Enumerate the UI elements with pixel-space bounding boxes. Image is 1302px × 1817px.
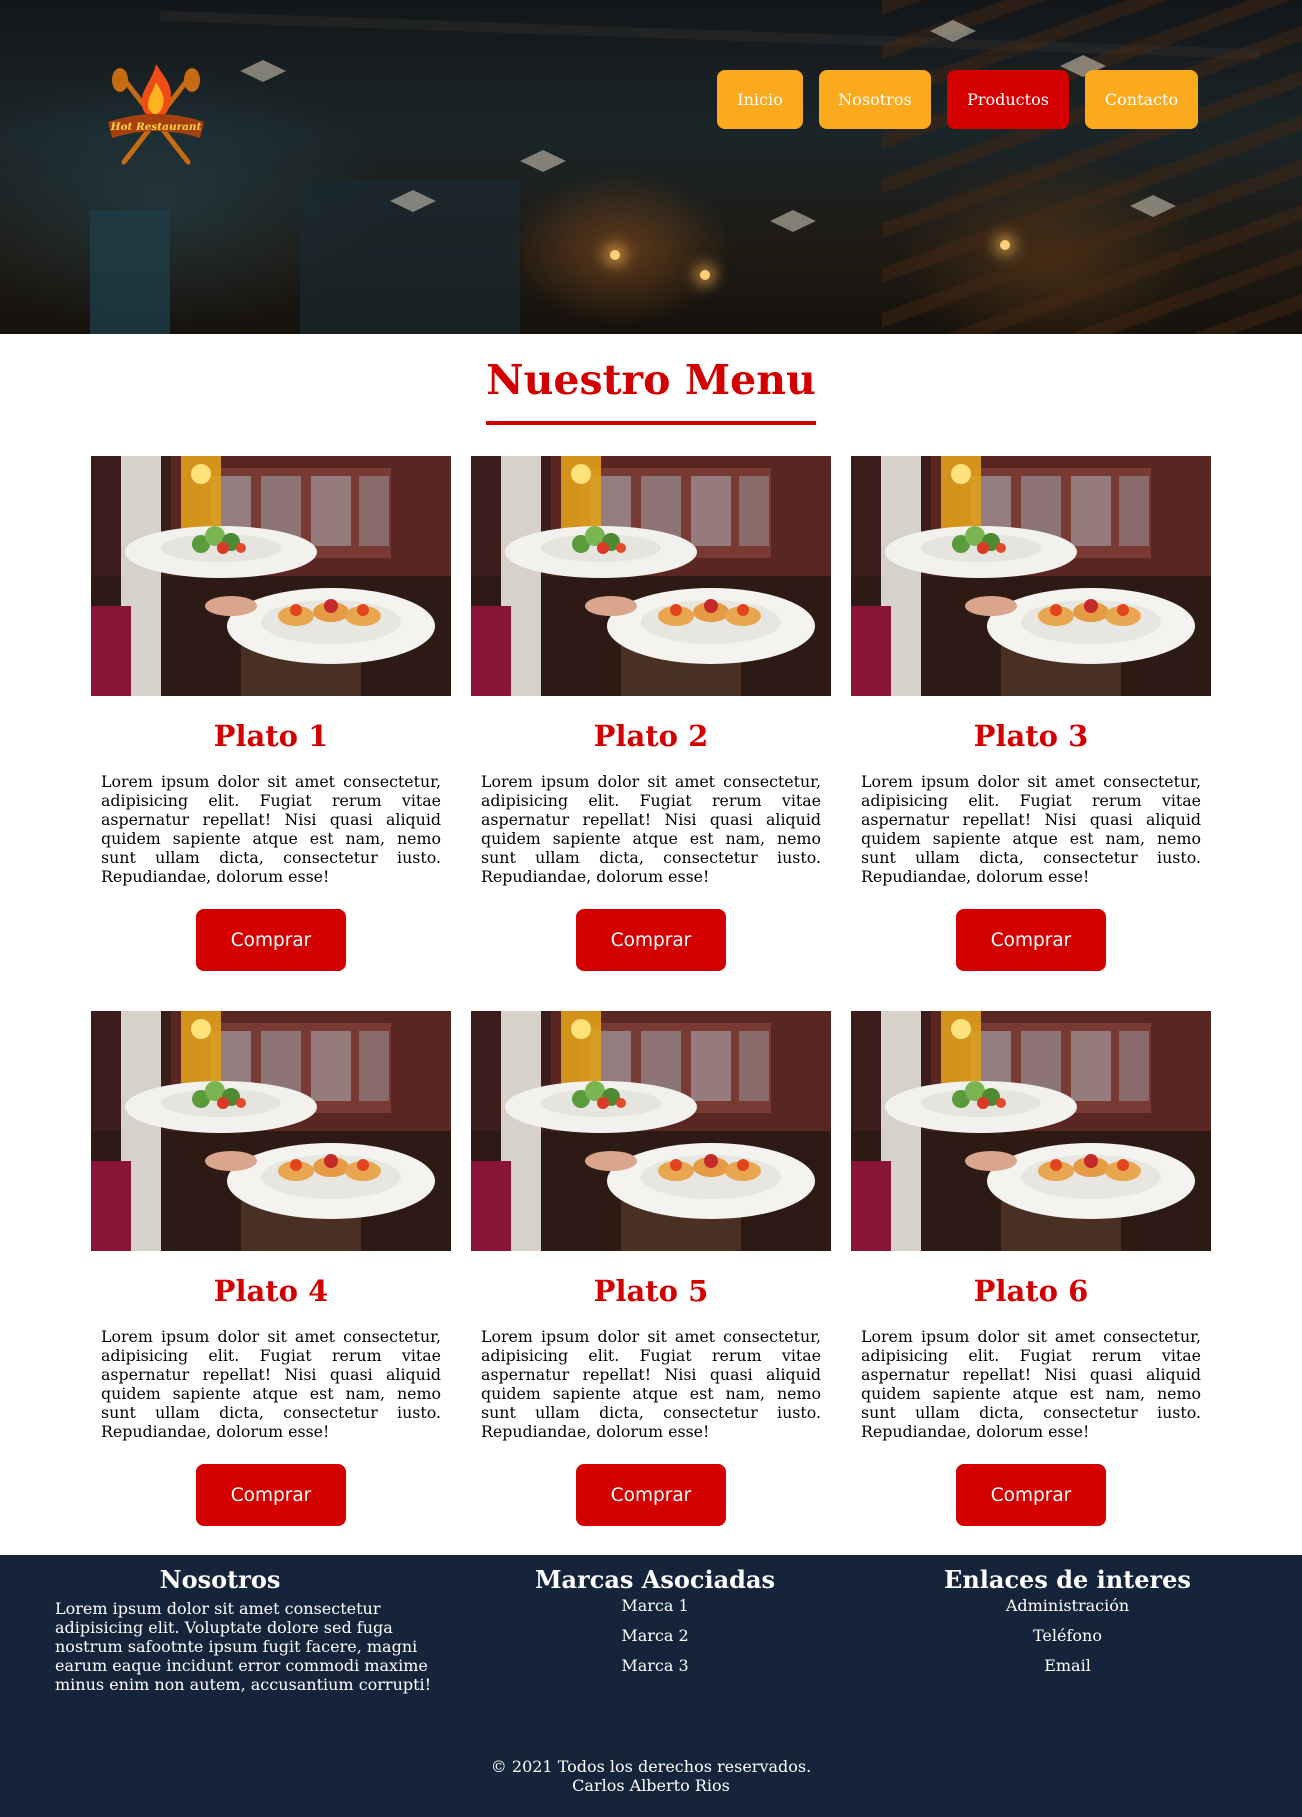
main-nav: Inicio Nosotros Productos Contacto xyxy=(717,70,1198,129)
dish-description: Lorem ipsum dolor sit amet consectetur, … xyxy=(101,772,441,886)
copyright-author: Carlos Alberto Rios xyxy=(572,1776,730,1795)
dish-description: Lorem ipsum dolor sit amet consectetur, … xyxy=(861,1327,1201,1441)
footer-enlace-link[interactable]: Teléfono xyxy=(900,1621,1235,1651)
buy-button[interactable]: Comprar xyxy=(956,1464,1106,1526)
dish-photo xyxy=(851,456,1211,696)
flame-logo-icon: Hot Restaurant xyxy=(108,64,204,165)
buy-button[interactable]: Comprar xyxy=(576,909,726,971)
restaurant-logo[interactable]: Hot Restaurant xyxy=(100,60,212,172)
dish-description: Lorem ipsum dolor sit amet consectetur, … xyxy=(861,772,1201,886)
hero-lamp xyxy=(240,60,286,82)
nav-nosotros-button[interactable]: Nosotros xyxy=(819,70,931,129)
dish-title: Plato 4 xyxy=(213,1274,329,1308)
footer-nosotros-text: Lorem ipsum dolor sit amet consectetur a… xyxy=(55,1599,432,1694)
dish-photo xyxy=(471,456,831,696)
copyright-line: © 2021 Todos los derechos reservados. xyxy=(490,1757,812,1776)
dish-description: Lorem ipsum dolor sit amet consectetur, … xyxy=(481,772,821,886)
dish-description: Lorem ipsum dolor sit amet consectetur, … xyxy=(101,1327,441,1441)
footer-nosotros-title: Nosotros xyxy=(159,1565,281,1594)
dish-photo-art xyxy=(91,1011,451,1251)
dish-title: Plato 3 xyxy=(973,719,1089,753)
hero-lamp xyxy=(520,150,566,172)
buy-button[interactable]: Comprar xyxy=(956,909,1106,971)
dish-photo xyxy=(91,456,451,696)
footer-marca-link[interactable]: Marca 2 xyxy=(500,1621,810,1651)
menu-title: Nuestro Menu xyxy=(486,356,816,404)
buy-button[interactable]: Comprar xyxy=(196,909,346,971)
hero-light xyxy=(1000,240,1010,250)
menu-card: Plato 2 Lorem ipsum dolor sit amet conse… xyxy=(471,456,831,971)
dish-title: Plato 5 xyxy=(593,1274,709,1308)
logo-text: Hot Restaurant xyxy=(110,121,202,133)
copyright: © 2021 Todos los derechos reservados. Ca… xyxy=(0,1757,1302,1795)
footer-marca-link[interactable]: Marca 1 xyxy=(500,1591,810,1621)
dish-photo-art xyxy=(851,456,1211,696)
nav-productos-button[interactable]: Productos xyxy=(947,70,1069,129)
hero-light xyxy=(700,270,710,280)
footer-marcas-list: Marca 1 Marca 2 Marca 3 xyxy=(500,1591,810,1681)
dish-photo-art xyxy=(471,456,831,696)
dish-photo-art xyxy=(851,1011,1211,1251)
dish-title: Plato 1 xyxy=(213,719,329,753)
footer-enlace-link[interactable]: Email xyxy=(900,1651,1235,1681)
menu-card: Plato 6 Lorem ipsum dolor sit amet conse… xyxy=(851,1011,1211,1526)
dish-title: Plato 6 xyxy=(973,1274,1089,1308)
hero-light xyxy=(610,250,620,260)
menu-card: Plato 3 Lorem ipsum dolor sit amet conse… xyxy=(851,456,1211,971)
menu-card: Plato 4 Lorem ipsum dolor sit amet conse… xyxy=(91,1011,451,1526)
buy-button[interactable]: Comprar xyxy=(196,1464,346,1526)
footer-enlaces-list: Administración Teléfono Email xyxy=(900,1591,1235,1681)
dish-title: Plato 2 xyxy=(593,719,709,753)
dish-photo xyxy=(851,1011,1211,1251)
dish-description: Lorem ipsum dolor sit amet consectetur, … xyxy=(481,1327,821,1441)
footer-marca-link[interactable]: Marca 3 xyxy=(500,1651,810,1681)
dish-photo-art xyxy=(91,456,451,696)
footer-marcas: Marcas Asociadas Marca 1 Marca 2 Marca 3 xyxy=(500,1555,810,1681)
buy-button[interactable]: Comprar xyxy=(576,1464,726,1526)
menu-card: Plato 1 Lorem ipsum dolor sit amet conse… xyxy=(91,456,451,971)
hero-lamp xyxy=(770,210,816,232)
menu-title-underline xyxy=(486,421,816,425)
site-footer: Nosotros Lorem ipsum dolor sit amet cons… xyxy=(0,1555,1302,1817)
dish-photo xyxy=(91,1011,451,1251)
nav-contacto-button[interactable]: Contacto xyxy=(1085,70,1198,129)
hero-wall-panel xyxy=(90,210,170,334)
menu-card: Plato 5 Lorem ipsum dolor sit amet conse… xyxy=(471,1011,831,1526)
nav-inicio-button[interactable]: Inicio xyxy=(717,70,803,129)
dish-photo-art xyxy=(471,1011,831,1251)
footer-enlaces: Enlaces de interes Administración Teléfo… xyxy=(900,1555,1235,1681)
dish-photo xyxy=(471,1011,831,1251)
hero-staircase xyxy=(882,0,1302,334)
hero-header: Hot Restaurant Inicio Nosotros Productos… xyxy=(0,0,1302,334)
footer-enlace-link[interactable]: Administración xyxy=(900,1591,1235,1621)
footer-nosotros: Nosotros Lorem ipsum dolor sit amet cons… xyxy=(55,1555,435,1694)
